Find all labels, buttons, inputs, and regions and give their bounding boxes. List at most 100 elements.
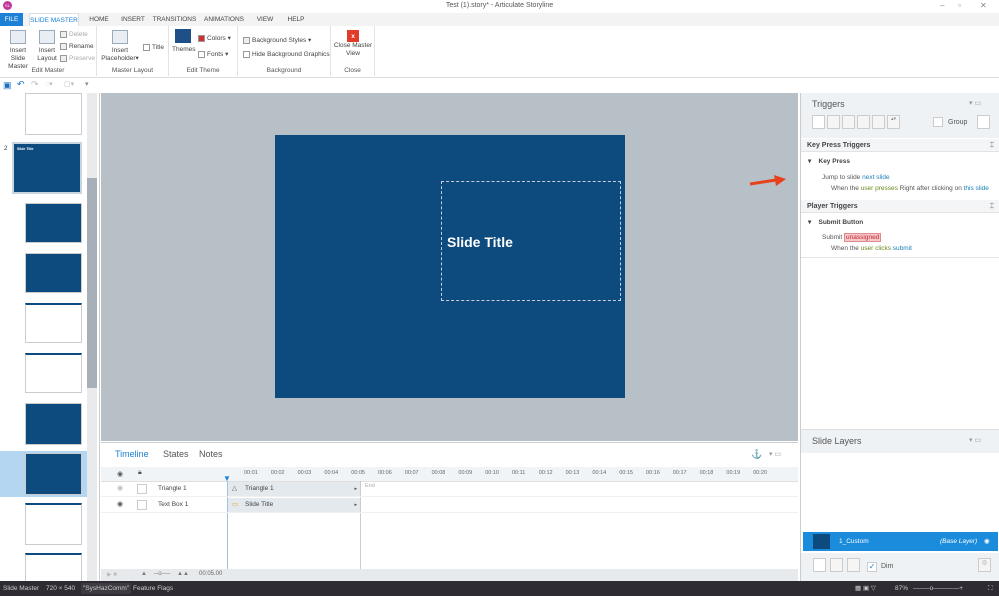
fit-window-icon[interactable]: ⛶ [988, 581, 993, 596]
tab-slide-master[interactable]: SLIDE MASTER [29, 13, 79, 26]
customize-qat-icon[interactable]: ▾ [85, 80, 89, 88]
layout-thumbnail[interactable] [25, 353, 82, 393]
zoom-out-icon[interactable]: ▲ [141, 571, 147, 577]
new-trigger-icon[interactable] [812, 115, 825, 129]
themes-button[interactable]: Themes [172, 29, 195, 54]
expand-icon[interactable]: ▸ [354, 482, 357, 496]
slide[interactable]: Slide Title [275, 135, 625, 398]
rename-button[interactable]: Rename [60, 43, 94, 50]
delete-button[interactable]: Delete [60, 31, 88, 38]
feature-flags[interactable]: Feature Flags [133, 581, 173, 596]
save-icon[interactable]: ▣ [3, 80, 12, 91]
insert-placeholder-button[interactable]: Insert Placeholder▾ [101, 30, 139, 63]
minimize-icon[interactable]: – [940, 1, 944, 10]
redo-icon[interactable]: ↷ [31, 79, 39, 90]
trigger-submit[interactable]: Submit unassigned [822, 233, 882, 242]
close-master-view-button[interactable]: x Close Master View [333, 30, 373, 58]
base-layer-row[interactable]: 1_Custom (Base Layer) ◉ [803, 532, 998, 551]
background-styles-button[interactable]: Background Styles ▾ [243, 36, 311, 44]
trigger-condition[interactable]: When the user presses Right after clicki… [831, 185, 989, 192]
tab-help[interactable]: HELP [285, 13, 307, 26]
duplicate-layer-icon[interactable] [830, 558, 843, 572]
layout-thumbnail[interactable] [25, 503, 82, 545]
timeline-bar[interactable]: △ Triangle 1 ▸ [228, 482, 360, 496]
layout-thumbnail[interactable] [25, 553, 82, 583]
timeline-bar[interactable]: ▭ Slide Title ▸ [228, 498, 360, 512]
view-icons[interactable]: ▦ ▣ ▽ [855, 581, 876, 596]
move-trigger-icon[interactable]: ▴▾ [887, 115, 900, 129]
tab-insert[interactable]: INSERT [118, 13, 148, 26]
trigger-view-icon[interactable] [977, 115, 990, 129]
lock-checkbox[interactable] [137, 484, 147, 494]
tab-view[interactable]: VIEW [254, 13, 276, 26]
master-thumbnail[interactable]: Slide Title [12, 142, 82, 194]
scrollbar-thumb[interactable] [87, 178, 97, 388]
timeline-row[interactable]: ◉ Triangle 1 △ Triangle 1 ▸ [101, 481, 798, 497]
maximize-icon[interactable]: ▫ [958, 1, 961, 10]
section-key-press-triggers[interactable]: Key Press Triggers ⌶ [801, 139, 999, 152]
eye-icon[interactable]: ◉ [117, 470, 123, 478]
hide-background-graphics-checkbox[interactable]: Hide Background Graphics [243, 51, 330, 58]
slide-master-thumbnail[interactable] [25, 93, 82, 135]
expand-icon[interactable]: ▸ [354, 498, 357, 512]
fonts-button[interactable]: Fonts ▾ [198, 50, 228, 58]
trigger-condition[interactable]: When the user clicks submit [831, 245, 912, 252]
unassigned-badge[interactable]: unassigned [844, 233, 882, 242]
collapse-icon[interactable]: ⌶ [990, 200, 994, 213]
trigger-target-link[interactable]: next slide [862, 174, 889, 181]
delete-layer-icon[interactable] [847, 558, 860, 572]
tab-file[interactable]: FILE [0, 13, 23, 26]
new-layer-icon[interactable] [813, 558, 826, 572]
tab-timeline[interactable]: Timeline [115, 449, 149, 459]
layer-settings-icon[interactable]: ⚙ [978, 558, 991, 572]
layout-thumbnail-selected[interactable] [25, 453, 82, 495]
undo-icon[interactable]: ↶ [17, 79, 25, 90]
section-player-triggers[interactable]: Player Triggers ⌶ [801, 200, 999, 213]
layout-thumbnail[interactable] [25, 203, 82, 243]
timeline-duration[interactable]: 00:05.00 [199, 571, 222, 577]
collapse-icon[interactable]: ⌶ [990, 139, 994, 152]
zoom-slider[interactable]: –——o————+ [913, 581, 963, 596]
preview-icon[interactable]: ◌▾ [45, 80, 53, 88]
eye-icon[interactable]: ◉ [117, 484, 123, 492]
layout-thumbnail[interactable] [25, 403, 82, 445]
colors-button[interactable]: Colors ▾ [198, 34, 231, 42]
panel-options-icon[interactable]: ▾ ▭ [969, 436, 981, 444]
lock-icon[interactable]: 🔒︎ [138, 469, 142, 477]
eye-icon[interactable]: ◉ [984, 532, 990, 551]
copy-trigger-icon[interactable] [842, 115, 855, 129]
layout-thumbnail[interactable] [25, 253, 82, 293]
edit-trigger-icon[interactable] [827, 115, 840, 129]
title-placeholder[interactable]: Slide Title [441, 181, 621, 301]
trigger-group-key-press[interactable]: ▾ Key Press [808, 157, 850, 165]
dim-checkbox[interactable]: ✓ [867, 562, 877, 572]
trigger-group-submit-button[interactable]: ▾ Submit Button [808, 218, 863, 226]
paste-trigger-icon[interactable] [857, 115, 870, 129]
status-theme[interactable]: "SysHazComm" [81, 583, 132, 594]
lock-checkbox[interactable] [137, 500, 147, 510]
insert-slide-master-button[interactable]: Insert Slide Master [2, 30, 34, 71]
tab-transitions[interactable]: TRANSITIONS [152, 13, 197, 26]
zoom-in-icon[interactable]: ▲▲ [177, 571, 189, 577]
timeline-row[interactable]: ◉ Text Box 1 ▭ Slide Title ▸ [101, 497, 798, 513]
preserve-button[interactable]: Preserve [60, 55, 95, 62]
tab-home[interactable]: HOME [85, 13, 113, 26]
insert-layout-button[interactable]: Insert Layout [36, 30, 58, 63]
group-checkbox[interactable] [933, 117, 943, 127]
tab-notes[interactable]: Notes [199, 449, 223, 459]
trigger-jump-to-slide[interactable]: Jump to slide next slide [822, 174, 890, 181]
tab-animations[interactable]: ANIMATIONS [202, 13, 246, 26]
play-icon[interactable]: ▶ ■ [107, 571, 117, 578]
timeline-tool-icon[interactable]: ⚓ [751, 449, 762, 460]
timeline-zoom-slider[interactable]: ─o── [154, 571, 170, 577]
title-checkbox[interactable]: Title [143, 44, 164, 51]
tab-states[interactable]: States [163, 449, 189, 459]
panel-options-icon[interactable]: ▾ ▭ [769, 450, 781, 458]
layout-thumbnail[interactable] [25, 303, 82, 343]
timeline-ruler[interactable]: ◉ 🔒︎ ▼ 00:01 00:02 00:03 00:04 00:05 00:06 00:… [101, 467, 798, 483]
close-window-icon[interactable]: ✕ [980, 1, 987, 10]
delete-trigger-icon[interactable] [872, 115, 885, 129]
eye-icon[interactable]: ◉ [117, 500, 123, 508]
slide-title-text[interactable]: Slide Title [442, 234, 622, 250]
publish-icon[interactable]: ▢▾ [64, 80, 74, 88]
